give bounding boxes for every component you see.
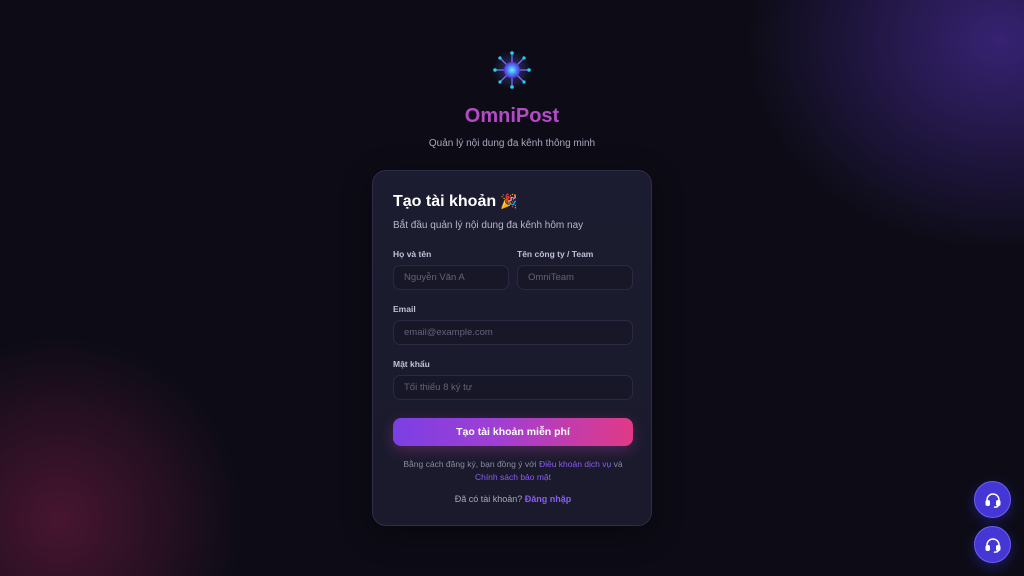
company-label: Tên công ty / Team: [517, 249, 594, 259]
company-input[interactable]: [517, 265, 633, 290]
signin-prompt-text: Đã có tài khoản?: [454, 494, 523, 504]
terms-prefix: Bằng cách đăng ký, bạn đồng ý với: [403, 459, 537, 469]
chat-button[interactable]: [974, 526, 1011, 563]
party-popper-icon: 🎉: [500, 193, 518, 209]
terms-notice: Bằng cách đăng ký, bạn đồng ý với Điều k…: [393, 458, 633, 484]
support-button[interactable]: [974, 481, 1011, 518]
signup-subtitle: Bắt đầu quản lý nội dung đa kênh hôm nay: [393, 220, 584, 231]
signin-prompt: Đã có tài khoản? Đăng nhập: [393, 494, 633, 504]
signup-page: OmniPost Quản lý nội dung đa kênh thông …: [0, 0, 1024, 576]
omnipost-logo-icon: [493, 51, 531, 89]
email-input[interactable]: [393, 320, 633, 345]
email-label: Email: [393, 304, 416, 314]
headset-icon: [985, 492, 1000, 508]
fullname-label: Họ và tên: [393, 249, 432, 259]
signup-card: Tạo tài khoản 🎉 Bắt đầu quản lý nội dung …: [372, 170, 652, 526]
terms-and: và: [613, 459, 623, 469]
headset-icon: [985, 537, 1000, 553]
create-account-button[interactable]: Tạo tài khoản miễn phí: [393, 418, 633, 446]
password-input[interactable]: [393, 375, 633, 400]
password-label: Mật khẩu: [393, 359, 430, 369]
signup-title: Tạo tài khoản 🎉: [393, 193, 518, 211]
privacy-policy-link[interactable]: Chính sách bảo mật: [475, 472, 551, 482]
app-title: OmniPost: [464, 105, 560, 127]
signin-link[interactable]: Đăng nhập: [525, 494, 572, 504]
app-tagline: Quản lý nội dung đa kênh thông minh: [428, 138, 596, 149]
terms-of-service-link[interactable]: Điều khoản dịch vụ: [539, 459, 611, 469]
signup-title-text: Tạo tài khoản: [393, 193, 497, 210]
fullname-input[interactable]: [393, 265, 509, 290]
